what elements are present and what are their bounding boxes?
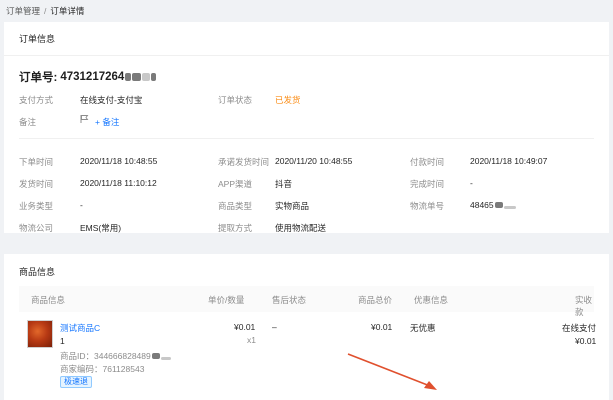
breadcrumb: 订单管理 / 订单详情 xyxy=(0,0,613,22)
breadcrumb-current: 订单详情 xyxy=(50,6,85,16)
order-info-title: 订单信息 xyxy=(4,22,609,56)
product-type-value: 实物商品 xyxy=(275,201,310,211)
logistics-company-value: EMS(常用) xyxy=(80,223,122,233)
goods-table-header: 商品信息 单价/数量 售后状态 商品总价 优惠信息 实收款 xyxy=(19,286,594,317)
order-number: 订单号: 4731217264 xyxy=(4,56,609,85)
order-number-label: 订单号: xyxy=(19,72,58,84)
tracking-no: 48465 xyxy=(470,200,516,210)
promise-ship-time-value: 2020/11/20 10:48:55 xyxy=(275,156,353,166)
pay-time-label: 付款时间 xyxy=(410,157,445,167)
redacted-block xyxy=(125,73,132,81)
pickup-method-label: 提取方式 xyxy=(218,223,253,233)
business-type-label: 业务类型 xyxy=(19,201,54,211)
product-id: 商品ID：344666828489 xyxy=(60,350,171,362)
ship-time-label: 发货时间 xyxy=(19,179,54,189)
pay-method: 在线支付 xyxy=(562,323,597,333)
order-status-label: 订单状态 xyxy=(218,95,253,105)
fast-refund-tag-text: 极速退 xyxy=(60,376,92,388)
complete-time-label: 完成时间 xyxy=(410,179,445,189)
item-quantity: x1 xyxy=(247,335,256,345)
paid-amount: ¥0.01 xyxy=(575,336,597,346)
order-info-card: 订单信息 订单号: 4731217264 支付方式 在线支付-支付宝 订单状态 … xyxy=(4,22,609,233)
product-qty-line: 1 xyxy=(60,336,65,346)
goods-info-title: 商品信息 xyxy=(19,267,56,277)
redacted-block xyxy=(142,73,151,81)
discount-info: 无优惠 xyxy=(410,323,436,333)
promise-ship-time-label: 承诺发货时间 xyxy=(218,157,270,167)
product-name-link[interactable]: 测试商品C xyxy=(60,322,100,334)
order-number-value: 4731217264 xyxy=(60,71,125,83)
order-time-label: 下单时间 xyxy=(19,157,54,167)
product-id-text: 商品ID：344666828489 xyxy=(60,351,151,361)
payment-method-label: 支付方式 xyxy=(19,95,54,105)
breadcrumb-separator: / xyxy=(44,6,47,16)
logistics-company-label: 物流公司 xyxy=(19,223,54,233)
add-note-button[interactable]: + 备注 xyxy=(95,116,119,128)
redacted-block xyxy=(494,202,503,208)
payment-method-value: 在线支付-支付宝 xyxy=(80,95,143,105)
complete-time-value: - xyxy=(470,178,473,188)
col-total-price: 商品总价 xyxy=(358,295,393,305)
product-thumbnail[interactable] xyxy=(27,320,53,348)
order-status-value: 已发货 xyxy=(275,95,301,105)
col-discount: 优惠信息 xyxy=(414,295,449,305)
breadcrumb-parent[interactable]: 订单管理 xyxy=(6,6,40,16)
pay-time-value: 2020/11/18 10:49:07 xyxy=(470,156,548,166)
merchant-code: 商家编码：761128543 xyxy=(60,364,145,374)
app-channel-label: APP渠道 xyxy=(218,179,253,189)
app-channel-value: 抖音 xyxy=(275,179,293,189)
item-total-price: ¥0.01 xyxy=(371,322,393,332)
col-paid: 实收款 xyxy=(575,295,593,317)
redacted-block xyxy=(132,73,142,81)
redacted-block xyxy=(160,356,171,360)
product-type-label: 商品类型 xyxy=(218,201,253,211)
ship-time-value: 2020/11/18 11:10:12 xyxy=(80,178,157,188)
tracking-no-label: 物流单号 xyxy=(410,201,445,211)
business-type-value: - xyxy=(80,200,83,210)
pickup-method-value: 使用物流配送 xyxy=(275,223,327,233)
order-time-value: 2020/11/18 10:48:55 xyxy=(80,156,158,166)
tracking-no-value: 48465 xyxy=(470,200,494,210)
unit-price: ¥0.01 xyxy=(234,322,256,332)
col-unit-price-qty: 单价/数量 xyxy=(208,295,245,305)
col-goods-info: 商品信息 xyxy=(31,295,66,305)
section-divider xyxy=(19,138,594,139)
annotation-arrow-icon xyxy=(347,353,437,390)
redacted-block xyxy=(151,73,157,81)
redacted-block xyxy=(503,205,516,209)
note-label: 备注 xyxy=(19,117,37,127)
after-sale-status: – xyxy=(272,322,277,332)
redacted-block xyxy=(151,353,160,359)
fast-refund-tag: 极速退 xyxy=(60,376,92,388)
flag-icon xyxy=(80,114,89,126)
col-after-sale: 售后状态 xyxy=(272,295,307,305)
